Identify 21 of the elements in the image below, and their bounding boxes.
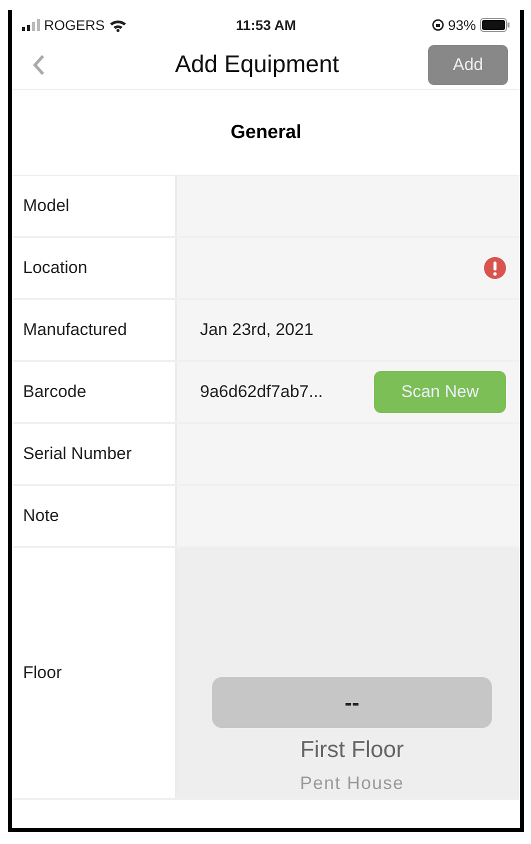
field-input[interactable]: 9a6d62df7ab7... Scan New (177, 362, 520, 422)
carrier-name: ROGERS (44, 17, 105, 33)
wifi-icon (108, 18, 127, 32)
field-input[interactable] (177, 176, 520, 236)
field-input[interactable] (177, 486, 520, 546)
field-value: Jan 23rd, 2021 (200, 320, 314, 340)
floor-picker[interactable]: -- First Floor Pent House (177, 548, 520, 798)
picker-option[interactable]: First Floor (212, 736, 492, 763)
battery-icon (480, 18, 510, 32)
picker-option[interactable]: -- (212, 677, 492, 728)
orientation-lock-icon (432, 19, 444, 31)
field-input[interactable] (177, 238, 520, 298)
field-value: 9a6d62df7ab7... (200, 382, 324, 402)
chevron-left-icon (32, 54, 46, 76)
field-input[interactable]: Jan 23rd, 2021 (177, 300, 520, 360)
field-input[interactable] (177, 424, 520, 484)
battery-percent: 93% (448, 17, 476, 33)
screen-title: Add Equipment (174, 50, 340, 78)
error-icon (484, 257, 506, 279)
signal-icon (22, 19, 40, 31)
status-time: 11:53 AM (236, 17, 296, 33)
